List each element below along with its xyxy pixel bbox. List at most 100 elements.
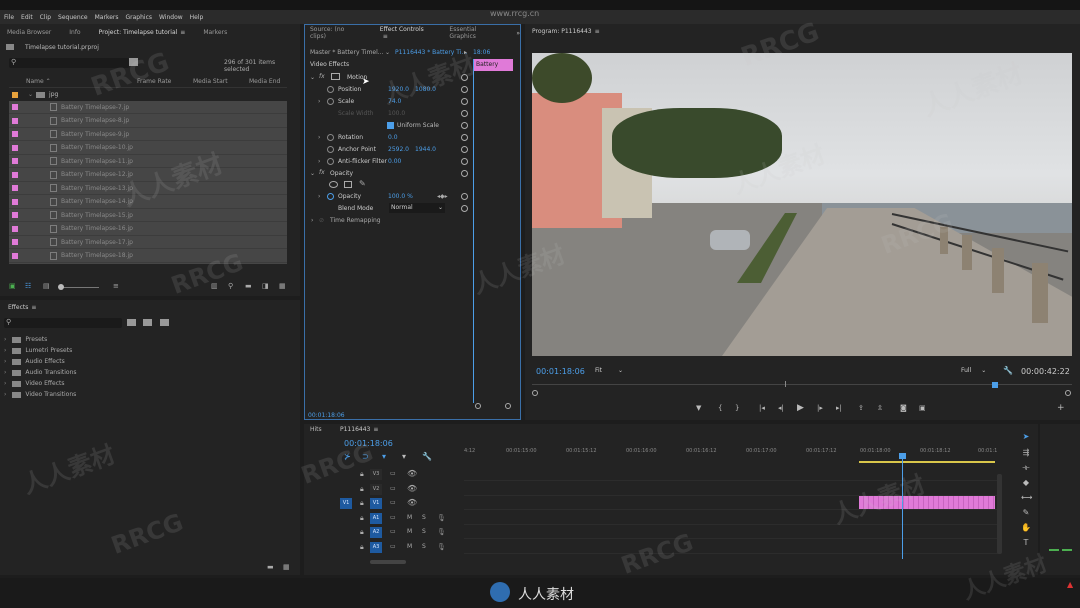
go-to-in-icon[interactable]: |◂ — [759, 404, 765, 412]
32bit-effects-icon[interactable] — [143, 319, 152, 326]
menu-window[interactable]: Window — [159, 14, 183, 21]
opacity-chevron-icon[interactable]: ⌄ — [310, 170, 315, 177]
stopwatch-icon[interactable] — [327, 98, 334, 107]
track-target[interactable]: V3 — [370, 469, 382, 480]
go-to-out-icon[interactable]: ▸| — [836, 404, 842, 412]
program-scrubber[interactable] — [532, 384, 1072, 385]
reset-opacity-icon[interactable] — [461, 193, 468, 200]
export-frame-icon[interactable]: ◙ — [900, 404, 907, 412]
zoom-handle-icon[interactable] — [475, 403, 481, 409]
list-item[interactable]: Battery Timelapse-15.jp — [9, 209, 287, 222]
list-item[interactable]: Battery Timelapse-18.jp — [9, 250, 287, 263]
menu-help[interactable]: Help — [190, 14, 204, 21]
stopwatch-icon[interactable] — [327, 86, 334, 95]
reset-uniform-icon[interactable] — [461, 122, 468, 129]
fx-badge-icon[interactable]: fx — [319, 73, 325, 80]
master-clip-label[interactable]: Master * Battery Timel... — [310, 49, 384, 56]
sync-lock-icon[interactable]: ▭ — [390, 499, 396, 506]
tab-essential-graphics[interactable]: Essential Graphics — [449, 26, 504, 40]
tab-info[interactable]: Info — [69, 29, 80, 36]
program-timecode[interactable]: 00:01:18:06 — [536, 367, 585, 376]
icon-view-icon[interactable]: ▤ — [43, 282, 50, 290]
step-forward-icon[interactable]: |▸ — [817, 404, 823, 412]
fx-badge-icon[interactable]: ⊘ — [319, 217, 324, 224]
reset-opacity-section-icon[interactable] — [461, 170, 468, 177]
motion-chevron-icon[interactable]: ⌄ — [310, 74, 315, 81]
reset-rotation-icon[interactable] — [461, 134, 468, 141]
track-target[interactable]: A2 — [370, 527, 382, 538]
folder-row[interactable]: ⌄ jpg — [9, 88, 287, 101]
anti-flicker-value[interactable]: 0.00 — [388, 158, 401, 165]
reset-blend-icon[interactable] — [461, 205, 468, 212]
tab-effect-controls[interactable]: Effect Controls≡ — [380, 26, 432, 40]
tab-media-browser[interactable]: Media Browser — [7, 29, 51, 36]
button-editor-icon[interactable]: + — [1057, 403, 1065, 413]
tab-sequence[interactable]: P1116443 ≡ — [340, 426, 378, 433]
trash-icon[interactable]: ▦ — [283, 563, 290, 571]
effects-folder[interactable]: › Video Transitions — [4, 388, 76, 401]
lock-icon[interactable]: 🔒︎ — [360, 514, 364, 523]
step-back-icon[interactable]: ◂| — [778, 404, 784, 412]
lock-icon[interactable]: ▣ — [9, 282, 16, 290]
reset-anchor-icon[interactable] — [461, 146, 468, 153]
ellipse-mask-icon[interactable] — [329, 181, 338, 188]
transform-icon[interactable] — [331, 73, 340, 80]
expand-chevron-icon[interactable]: › — [4, 380, 6, 387]
microphone-icon[interactable]: 🎙︎ — [437, 543, 446, 551]
panel-overflow-icon[interactable]: » — [516, 30, 520, 37]
stopwatch-active-icon[interactable] — [327, 193, 334, 202]
microphone-icon[interactable]: 🎙︎ — [437, 528, 446, 536]
extract-icon[interactable]: ⇫ — [877, 404, 883, 412]
yuv-effects-icon[interactable] — [160, 319, 169, 326]
trash-icon[interactable]: ▦ — [279, 282, 286, 290]
zoom-handle-icon[interactable] — [1065, 390, 1071, 396]
list-item[interactable]: Battery Timelapse-8.jp — [9, 115, 287, 128]
effects-title[interactable]: Effects ≡ — [8, 304, 36, 311]
anchor-x-value[interactable]: 2592.0 — [388, 146, 409, 153]
expand-chevron-icon[interactable]: › — [318, 158, 320, 165]
wrench-icon[interactable]: 🔧 — [422, 452, 432, 461]
track-select-tool-icon[interactable]: ⇶ — [1021, 448, 1031, 458]
slip-tool-icon[interactable]: ⟷ — [1021, 493, 1032, 503]
menu-markers[interactable]: Markers — [95, 14, 119, 21]
pen-mask-icon[interactable]: ✎ — [359, 179, 366, 188]
list-view-icon[interactable]: ☷ — [25, 282, 31, 290]
track-target[interactable]: A3 — [370, 541, 382, 553]
work-area-bar[interactable] — [859, 461, 995, 463]
ec-playhead[interactable] — [473, 59, 474, 403]
find-icon[interactable]: ⚲ — [228, 282, 233, 290]
column-media-start[interactable]: Media Start — [193, 78, 249, 85]
program-title[interactable]: Program: P1116443 ≡ — [532, 28, 600, 35]
warning-icon[interactable]: ▲ — [1067, 580, 1073, 589]
list-item[interactable]: Battery Timelapse-17.jp — [9, 236, 287, 249]
expand-chevron-icon[interactable]: › — [4, 347, 6, 354]
mark-out-icon[interactable]: } — [735, 404, 739, 412]
expand-chevron-icon[interactable]: › — [318, 98, 320, 105]
playhead-handle[interactable] — [899, 453, 906, 459]
tab-source[interactable]: Source: (no clips) — [310, 26, 362, 40]
list-item[interactable]: Battery Timelapse-11.jp — [9, 155, 287, 168]
hand-tool-icon[interactable]: ✋ — [1021, 523, 1031, 533]
menu-sequence[interactable]: Sequence — [58, 14, 88, 21]
lock-icon[interactable]: 🔒︎ — [360, 485, 364, 494]
mute-button[interactable]: M — [407, 528, 412, 535]
reset-antiflicker-icon[interactable] — [461, 158, 468, 165]
sync-lock-icon[interactable]: ▭ — [390, 543, 396, 550]
zoom-handle-icon[interactable] — [532, 390, 538, 396]
program-playhead[interactable] — [992, 382, 998, 388]
reset-position-icon[interactable] — [461, 86, 468, 93]
sync-lock-icon[interactable]: ▭ — [390, 514, 396, 521]
rectangle-mask-icon[interactable] — [344, 181, 352, 188]
zoom-slider[interactable] — [59, 287, 99, 288]
eye-icon[interactable]: 👁︎ — [407, 484, 417, 493]
solo-button[interactable]: S — [422, 543, 426, 550]
eye-icon[interactable]: 👁︎ — [407, 498, 417, 507]
expand-chevron-icon[interactable]: › — [4, 391, 6, 398]
expand-chevron-icon[interactable]: › — [4, 336, 6, 343]
sort-icon[interactable]: ≡ — [113, 282, 119, 290]
source-patch[interactable]: V1 — [340, 498, 352, 509]
add-marker-icon[interactable]: ▾ — [382, 452, 386, 461]
new-item-icon[interactable]: ◨ — [262, 282, 269, 290]
quality-select[interactable]: Full ⌄ — [961, 367, 997, 377]
uniform-scale-checkbox[interactable] — [387, 122, 394, 129]
